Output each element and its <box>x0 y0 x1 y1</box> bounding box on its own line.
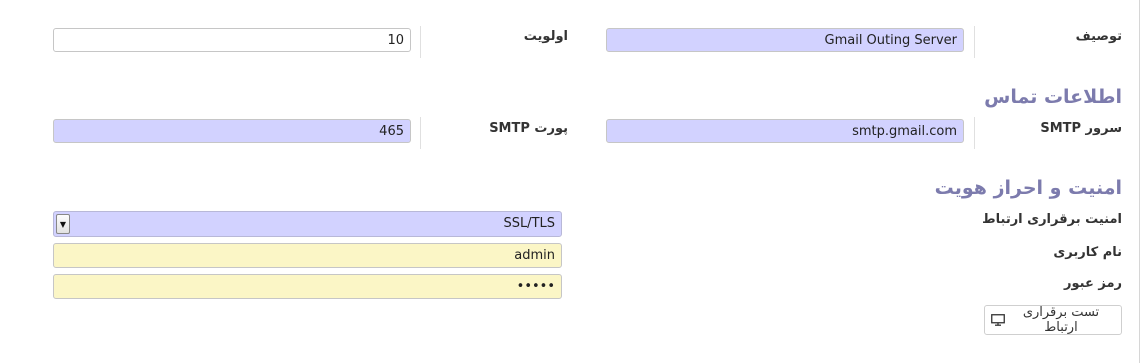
username-input[interactable] <box>53 243 562 268</box>
smtp-server-label: سرور SMTP <box>1040 121 1122 136</box>
priority-label: اولویت <box>523 29 568 44</box>
smtp-port-label: پورت SMTP <box>489 121 568 136</box>
test-connection-button[interactable]: تست برقراری ارتباط <box>984 305 1122 335</box>
security-section-title: امنیت و احراز هویت <box>934 177 1122 199</box>
description-divider <box>974 26 975 58</box>
monitor-icon <box>991 314 1005 326</box>
password-input[interactable] <box>53 274 562 299</box>
smtp-server-divider <box>974 117 975 149</box>
smtp-port-input[interactable] <box>53 119 411 143</box>
priority-divider <box>420 26 421 58</box>
outgoing-mail-server-form: توصیف اولویت اطلاعات تماس سرور SMTP پورت… <box>0 0 1140 363</box>
description-input[interactable] <box>606 28 964 52</box>
smtp-port-divider <box>420 117 421 149</box>
connection-security-value: SSL/TLS <box>503 216 555 231</box>
username-label: نام کاربری <box>1053 245 1122 260</box>
priority-input[interactable] <box>53 28 411 52</box>
connection-security-select[interactable]: SSL/TLS ▼ <box>53 211 562 237</box>
test-connection-button-label: تست برقراری ارتباط <box>1022 305 1100 335</box>
smtp-server-input[interactable] <box>606 119 964 143</box>
connection-security-label: امنیت برقراری ارتباط <box>982 212 1122 227</box>
password-label: رمز عبور <box>1064 276 1122 291</box>
triangle-down-icon[interactable]: ▼ <box>56 214 70 234</box>
description-label: توصیف <box>1075 29 1122 44</box>
connection-info-section-title: اطلاعات تماس <box>984 86 1122 108</box>
